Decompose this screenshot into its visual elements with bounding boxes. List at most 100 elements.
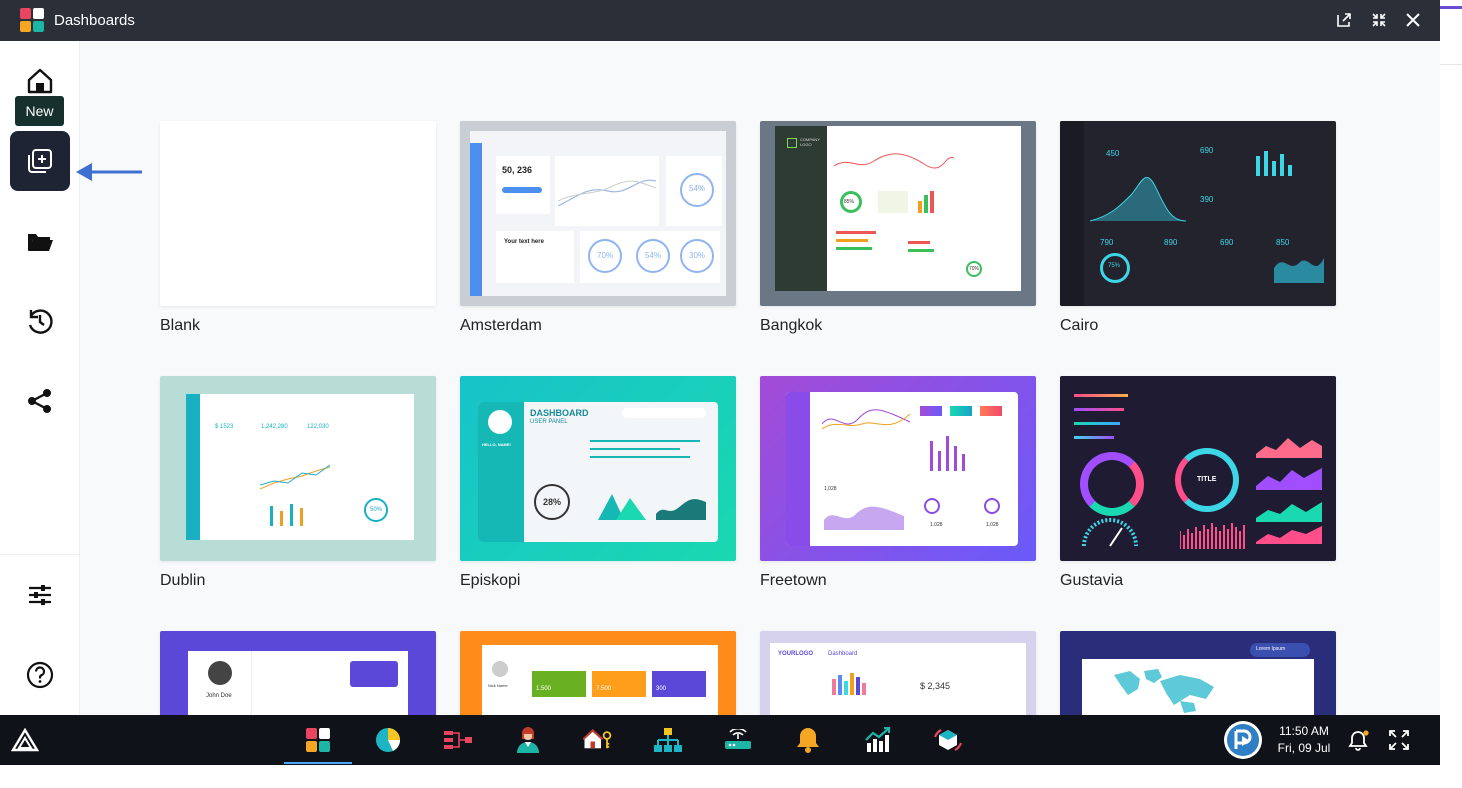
taskbar-app-alerts[interactable] bbox=[793, 725, 823, 755]
background-divider bbox=[1440, 64, 1462, 65]
thumb-number: 122,030 bbox=[307, 424, 329, 430]
thumb-percent: 75% bbox=[1108, 263, 1121, 269]
template-card-amsterdam[interactable]: 50, 236 54% Your text here 70% 54% 30% A… bbox=[460, 121, 736, 334]
background-window-edge bbox=[1440, 0, 1462, 788]
sidebar-item-settings[interactable] bbox=[10, 565, 70, 625]
sidebar-item-new[interactable] bbox=[10, 131, 70, 191]
template-thumbnail: 1.028 1,028 1,028 bbox=[760, 376, 1036, 561]
thumb-name: Nick Name bbox=[488, 683, 508, 688]
thumb-number: 450 bbox=[1106, 149, 1120, 158]
background-accent bbox=[1440, 6, 1462, 9]
minimize-button[interactable] bbox=[1368, 9, 1390, 31]
thumb-name: Lorem Ipsum bbox=[1256, 646, 1286, 652]
taskbar: 11:50 AM Fri, 09 Jul bbox=[0, 715, 1440, 765]
home-icon bbox=[27, 68, 53, 94]
sidebar-item-recent[interactable] bbox=[10, 291, 70, 351]
sidebar-item-share[interactable] bbox=[10, 371, 70, 431]
taskbar-app-home-access[interactable] bbox=[583, 725, 613, 755]
taskbar-app-sync[interactable] bbox=[933, 725, 963, 755]
thumb-percent: 28% bbox=[543, 497, 562, 507]
template-card-dublin[interactable]: $ 1523 1,242,280 122,030 50% Dublin bbox=[160, 376, 436, 589]
thumb-subtitle: USER PANEL bbox=[530, 419, 568, 425]
thumb-heading: Your text here bbox=[504, 239, 544, 245]
taskbar-app-analytics[interactable] bbox=[863, 725, 893, 755]
help-icon bbox=[26, 661, 54, 689]
thumb-number: 1,242,280 bbox=[261, 424, 288, 430]
template-label: Gustavia bbox=[1060, 572, 1124, 589]
thumb-number: 1.500 bbox=[536, 686, 552, 692]
new-icon bbox=[28, 149, 52, 173]
sliders-icon bbox=[29, 585, 51, 605]
taskbar-app-dataflow[interactable] bbox=[443, 725, 473, 755]
clock-time: 11:50 AM bbox=[1279, 724, 1329, 738]
thumb-percent: 70% bbox=[969, 266, 980, 272]
thumb-number: 300 bbox=[656, 686, 667, 692]
expand-icon bbox=[1389, 730, 1409, 750]
template-card-blank[interactable]: Blank bbox=[160, 121, 436, 334]
template-label: Dublin bbox=[160, 572, 206, 589]
sidebar-item-open[interactable] bbox=[10, 211, 70, 271]
template-card-freetown[interactable]: 1.028 1,028 1,028 Freetown bbox=[760, 376, 1036, 589]
sidebar-item-help[interactable] bbox=[10, 645, 70, 705]
template-card-episkopi[interactable]: HELLO, NAME! DASHBOARD USER PANEL 28% Ep… bbox=[460, 376, 736, 589]
template-card-gustavia[interactable]: TITLE Gustavia bbox=[1060, 376, 1336, 589]
thumb-percent: 54% bbox=[689, 184, 706, 193]
sidebar: New bbox=[0, 41, 80, 715]
bell-icon bbox=[797, 728, 819, 753]
popout-icon bbox=[1337, 13, 1351, 27]
template-card-cairo[interactable]: 450 690 390 790 75% 890 690 850 Cairo bbox=[1060, 121, 1336, 334]
template-label: Blank bbox=[160, 317, 201, 334]
hierarchy-icon bbox=[654, 728, 682, 752]
taskbar-app-dashboards[interactable] bbox=[303, 725, 333, 755]
dataflow-icon bbox=[444, 731, 472, 749]
fullscreen-button[interactable] bbox=[1384, 725, 1414, 755]
new-tooltip: New bbox=[15, 96, 64, 126]
thumb-number: $ 1523 bbox=[215, 424, 234, 430]
app-logo-icon bbox=[20, 8, 44, 32]
window-title: Dashboards bbox=[54, 12, 135, 29]
template-thumbnail: 50, 236 54% Your text here 70% 54% 30% bbox=[460, 121, 736, 306]
logo-triangle-icon bbox=[11, 728, 39, 752]
thumb-number: 890 bbox=[1164, 238, 1178, 247]
clock: 11:50 AM Fri, 09 Jul bbox=[1272, 723, 1336, 757]
thumb-number: 390 bbox=[1200, 195, 1214, 204]
notifications-button[interactable] bbox=[1344, 725, 1374, 755]
growth-chart-icon bbox=[865, 727, 891, 752]
popout-button[interactable] bbox=[1333, 9, 1355, 31]
user-avatar[interactable] bbox=[1224, 721, 1262, 759]
taskbar-app-hierarchy[interactable] bbox=[653, 725, 683, 755]
sync-box-icon bbox=[933, 729, 963, 751]
thumb-number: 1,028 bbox=[986, 522, 999, 528]
template-label: Episkopi bbox=[460, 572, 521, 589]
clock-date: Fri, 09 Jul bbox=[1277, 741, 1331, 755]
desktop-background bbox=[0, 765, 1440, 788]
taskbar-app-reports[interactable] bbox=[373, 725, 403, 755]
pointer-arrow-icon bbox=[76, 163, 142, 181]
taskbar-app-users[interactable] bbox=[513, 725, 543, 755]
dashboards-icon bbox=[306, 728, 330, 752]
user-icon bbox=[517, 727, 539, 753]
start-button[interactable] bbox=[10, 725, 40, 755]
thumb-number: 1.028 bbox=[930, 522, 943, 528]
dashboards-window: Dashboards New Blank 50, 236 54% Your te… bbox=[0, 0, 1440, 765]
thumb-number: 50, 236 bbox=[502, 165, 533, 175]
template-label: Freetown bbox=[760, 572, 827, 589]
taskbar-app-router[interactable] bbox=[723, 725, 753, 755]
play-logo-icon bbox=[1227, 724, 1259, 756]
thumb-percent: 70% bbox=[597, 251, 614, 260]
thumb-title: Dashboard bbox=[828, 651, 858, 657]
pie-chart-icon bbox=[376, 728, 401, 752]
thumb-center: TITLE bbox=[1197, 476, 1217, 483]
thumb-logo: YOURLOGO bbox=[778, 651, 814, 657]
template-label: Amsterdam bbox=[460, 317, 542, 334]
thumb-percent: 30% bbox=[689, 251, 706, 260]
template-thumbnail: TITLE bbox=[1060, 376, 1336, 561]
close-button[interactable] bbox=[1402, 9, 1424, 31]
thumb-number: 790 bbox=[1100, 238, 1114, 247]
router-icon bbox=[725, 729, 751, 749]
thumb-percent: 50% bbox=[370, 507, 383, 513]
sidebar-divider bbox=[0, 554, 80, 555]
active-app-indicator bbox=[284, 762, 352, 764]
template-label: Bangkok bbox=[760, 317, 823, 334]
template-card-bangkok[interactable]: COMPANY LOGO 85% 70% Bangkok bbox=[760, 121, 1036, 334]
